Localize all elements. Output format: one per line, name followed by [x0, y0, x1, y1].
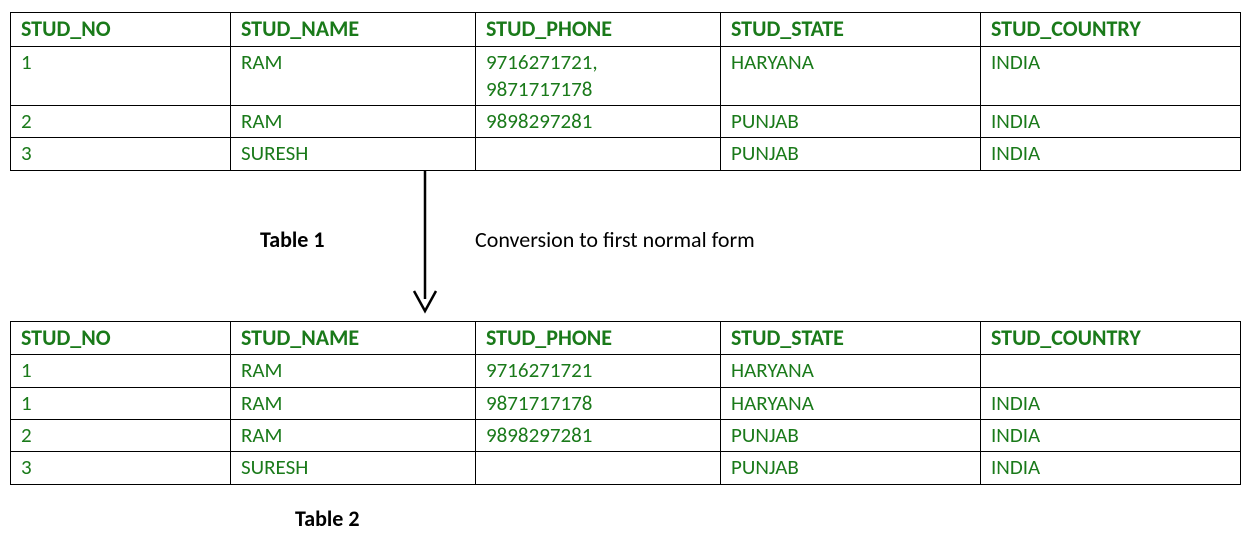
header-stud-country: STUD_COUNTRY — [981, 321, 1241, 355]
header-stud-no: STUD_NO — [11, 321, 231, 355]
cell-stud-country: INDIA — [981, 46, 1241, 106]
cell-stud-state: PUNJAB — [721, 138, 981, 170]
header-stud-country: STUD_COUNTRY — [981, 13, 1241, 47]
table-1: STUD_NO STUD_NAME STUD_PHONE STUD_STATE … — [10, 12, 1241, 171]
header-stud-phone: STUD_PHONE — [476, 321, 721, 355]
table-2-header-row: STUD_NO STUD_NAME STUD_PHONE STUD_STATE … — [11, 321, 1241, 355]
table-row: 1 RAM 9716271721 HARYANA — [11, 355, 1241, 387]
cell-stud-no: 1 — [11, 46, 231, 106]
cell-stud-country — [981, 355, 1241, 387]
cell-stud-country: INDIA — [981, 138, 1241, 170]
cell-stud-no: 1 — [11, 355, 231, 387]
table-row: 2 RAM 9898297281 PUNJAB INDIA — [11, 419, 1241, 451]
header-stud-no: STUD_NO — [11, 13, 231, 47]
down-arrow-icon — [410, 171, 440, 316]
header-stud-state: STUD_STATE — [721, 13, 981, 47]
table-2-label: Table 2 — [295, 505, 360, 532]
cell-stud-no: 3 — [11, 452, 231, 484]
cell-stud-state: HARYANA — [721, 387, 981, 419]
table-1-header-row: STUD_NO STUD_NAME STUD_PHONE STUD_STATE … — [11, 13, 1241, 47]
conversion-caption: Conversion to first normal form — [475, 226, 755, 253]
cell-stud-no: 3 — [11, 138, 231, 170]
cell-stud-phone — [476, 138, 721, 170]
table-row: 1 RAM 9716271721, 9871717178 HARYANA IND… — [11, 46, 1241, 106]
cell-stud-no: 1 — [11, 387, 231, 419]
cell-stud-no: 2 — [11, 106, 231, 138]
cell-stud-country: INDIA — [981, 387, 1241, 419]
cell-stud-phone: 9716271721 — [476, 355, 721, 387]
header-stud-name: STUD_NAME — [231, 321, 476, 355]
table-row: 3 SURESH PUNJAB INDIA — [11, 452, 1241, 484]
cell-stud-state: PUNJAB — [721, 452, 981, 484]
cell-stud-name: SURESH — [231, 138, 476, 170]
cell-stud-phone: 9716271721, 9871717178 — [476, 46, 721, 106]
table-row: 3 SURESH PUNJAB INDIA — [11, 138, 1241, 170]
cell-stud-name: RAM — [231, 387, 476, 419]
header-stud-phone: STUD_PHONE — [476, 13, 721, 47]
header-stud-state: STUD_STATE — [721, 321, 981, 355]
cell-stud-country: INDIA — [981, 452, 1241, 484]
cell-stud-name: RAM — [231, 355, 476, 387]
cell-stud-no: 2 — [11, 419, 231, 451]
table-row: 2 RAM 9898297281 PUNJAB INDIA — [11, 106, 1241, 138]
cell-stud-country: INDIA — [981, 106, 1241, 138]
cell-stud-state: HARYANA — [721, 355, 981, 387]
cell-stud-state: PUNJAB — [721, 419, 981, 451]
table-2: STUD_NO STUD_NAME STUD_PHONE STUD_STATE … — [10, 321, 1241, 485]
table-1-label: Table 1 — [260, 226, 325, 253]
cell-stud-country: INDIA — [981, 419, 1241, 451]
cell-stud-state: PUNJAB — [721, 106, 981, 138]
cell-stud-phone: 9898297281 — [476, 419, 721, 451]
cell-stud-name: RAM — [231, 106, 476, 138]
cell-stud-state: HARYANA — [721, 46, 981, 106]
table-row: 1 RAM 9871717178 HARYANA INDIA — [11, 387, 1241, 419]
cell-stud-phone: 9898297281 — [476, 106, 721, 138]
cell-stud-name: SURESH — [231, 452, 476, 484]
cell-stud-name: RAM — [231, 419, 476, 451]
header-stud-name: STUD_NAME — [231, 13, 476, 47]
cell-stud-phone — [476, 452, 721, 484]
cell-stud-name: RAM — [231, 46, 476, 106]
cell-stud-phone: 9871717178 — [476, 387, 721, 419]
